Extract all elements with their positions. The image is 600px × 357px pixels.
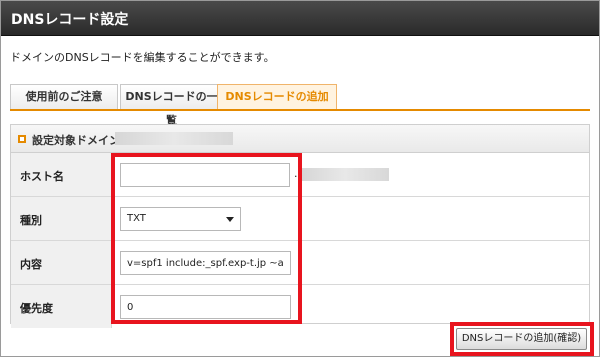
host-label-cell: ホスト名 bbox=[11, 153, 112, 196]
section-marker-icon bbox=[18, 135, 26, 143]
form-highlight-box bbox=[111, 153, 302, 324]
priority-label: 優先度 bbox=[20, 302, 53, 315]
priority-label-cell: 優先度 bbox=[11, 285, 112, 328]
panel-header: 設定対象ドメイン bbox=[11, 125, 589, 153]
type-label-cell: 種別 bbox=[11, 197, 112, 240]
host-label: ホスト名 bbox=[20, 170, 64, 183]
target-domain-value-redacted bbox=[115, 132, 233, 145]
type-label: 種別 bbox=[20, 214, 42, 227]
host-domain-redacted bbox=[301, 168, 389, 181]
tab-underline bbox=[10, 109, 590, 111]
button-highlight-box bbox=[450, 322, 594, 356]
target-domain-label: 設定対象ドメイン bbox=[32, 134, 120, 147]
page-description: ドメインのDNSレコードを編集することができます。 bbox=[10, 51, 275, 64]
tab-dns-record-list[interactable]: DNSレコードの一覧 bbox=[120, 84, 223, 127]
page-title: DNSレコード設定 bbox=[11, 12, 129, 28]
title-bar: DNSレコード設定 bbox=[1, 1, 599, 36]
tab-dns-record-add[interactable]: DNSレコードの追加 bbox=[217, 84, 337, 110]
content-label: 内容 bbox=[20, 258, 42, 271]
tab-precautions[interactable]: 使用前のご注意 bbox=[10, 84, 118, 110]
content-label-cell: 内容 bbox=[11, 241, 112, 284]
